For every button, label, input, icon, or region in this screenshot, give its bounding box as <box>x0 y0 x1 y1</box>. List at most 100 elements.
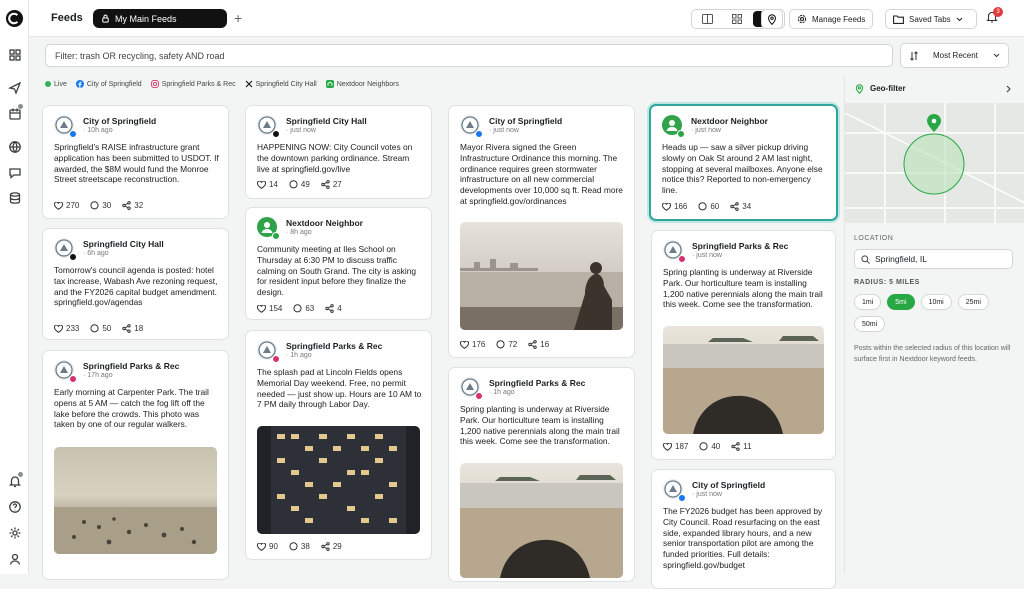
like-button[interactable]: 166 <box>662 202 687 211</box>
like-button[interactable]: 154 <box>257 304 282 313</box>
chevron-right-icon[interactable] <box>1006 85 1011 93</box>
post-card[interactable]: Springfield Parks & Rec · just now Sprin… <box>651 230 836 460</box>
post-photo-beach[interactable] <box>54 447 217 554</box>
share-button[interactable]: 32 <box>122 201 143 210</box>
source-cityhall[interactable]: Springfield City Hall <box>245 80 317 88</box>
post-author[interactable]: Springfield Parks & Rec <box>489 378 585 388</box>
post-author[interactable]: Nextdoor Neighbor <box>286 218 363 228</box>
post-photo-building[interactable] <box>257 426 420 534</box>
post-card[interactable]: Nextdoor Neighbor · 8h ago Community mee… <box>245 207 432 320</box>
source-city[interactable]: City of Springfield <box>75 80 142 88</box>
radius-chip-1mi[interactable]: 1mi <box>854 294 882 310</box>
calendar-icon[interactable] <box>8 107 22 121</box>
post-author[interactable]: City of Springfield <box>83 116 156 126</box>
grid-view-icon[interactable] <box>722 10 752 28</box>
post-card[interactable]: Springfield Parks & Rec · 17h ago Early … <box>42 350 229 580</box>
sort-dropdown[interactable]: Most Recent <box>900 43 1009 68</box>
geo-map[interactable] <box>845 103 1024 223</box>
help-icon[interactable] <box>8 500 22 514</box>
likes-count: 154 <box>269 304 283 313</box>
post-card[interactable]: Springfield City Hall · just now HAPPENI… <box>245 105 432 199</box>
shares-count: 34 <box>742 202 752 211</box>
send-icon[interactable] <box>8 81 22 95</box>
source-parks[interactable]: Springfield Parks & Rec <box>150 80 236 88</box>
settings-gear-icon[interactable] <box>8 526 22 540</box>
database-icon[interactable] <box>8 191 22 205</box>
comment-button[interactable]: 60 <box>698 202 719 211</box>
shares-count: 27 <box>332 180 342 189</box>
share-button[interactable]: 4 <box>325 304 342 313</box>
share-button[interactable]: 27 <box>321 180 342 189</box>
comment-icon <box>293 304 302 313</box>
post-author[interactable]: Springfield City Hall <box>286 116 367 126</box>
post-time: · 8h ago <box>286 229 312 236</box>
share-icon <box>321 542 330 551</box>
post-time: · just now <box>691 127 721 134</box>
post-card[interactable]: Springfield Parks & Rec · 1h ago The spl… <box>245 330 432 560</box>
columns-view-icon[interactable] <box>692 10 722 28</box>
globe-icon[interactable] <box>8 140 22 154</box>
post-card[interactable]: Springfield City Hall · 6h ago Tomorrow'… <box>42 228 229 340</box>
engagement-bar: 233 50 18 <box>54 324 143 333</box>
app-logo-icon[interactable] <box>5 9 24 28</box>
saved-tabs-button[interactable]: Saved Tabs <box>885 9 977 29</box>
like-button[interactable]: 270 <box>54 201 79 210</box>
manage-feeds-button[interactable]: Manage Feeds <box>789 9 874 29</box>
user-profile-icon[interactable] <box>8 552 22 566</box>
source-nextdoor[interactable]: Nextdoor Neighbors <box>325 80 399 88</box>
chat-icon[interactable] <box>8 166 22 180</box>
post-card[interactable]: City of Springfield · just now Mayor Riv… <box>448 105 635 358</box>
post-photo-coast[interactable] <box>460 463 623 578</box>
post-card[interactable]: Springfield Parks & Rec · 1h ago Spring … <box>448 367 635 582</box>
comment-button[interactable]: 38 <box>289 542 310 551</box>
comments-count: 30 <box>102 201 112 210</box>
comment-button[interactable]: 50 <box>90 324 111 333</box>
location-pin-button[interactable] <box>761 9 783 29</box>
like-button[interactable]: 14 <box>257 180 278 189</box>
keyword-filter-input[interactable]: Filter: trash OR recycling, safety AND r… <box>45 44 893 67</box>
comment-button[interactable]: 40 <box>699 442 720 451</box>
post-author[interactable]: City of Springfield <box>692 480 765 490</box>
post-author[interactable]: Nextdoor Neighbor <box>691 116 768 126</box>
like-button[interactable]: 233 <box>54 324 79 333</box>
post-author[interactable]: Springfield Parks & Rec <box>286 341 382 351</box>
post-author[interactable]: Springfield Parks & Rec <box>692 241 788 251</box>
like-button[interactable]: 187 <box>663 442 688 451</box>
post-photo-coast[interactable] <box>663 326 824 434</box>
shares-count: 32 <box>134 201 144 210</box>
add-tab-button[interactable]: + <box>234 10 242 26</box>
radius-chip-50mi[interactable]: 50mi <box>854 316 886 332</box>
comment-button[interactable]: 30 <box>90 201 111 210</box>
share-button[interactable]: 34 <box>730 202 751 211</box>
grid-icon[interactable] <box>8 48 22 62</box>
post-author[interactable]: City of Springfield <box>489 116 562 126</box>
share-button[interactable]: 29 <box>321 542 342 551</box>
source-live[interactable]: Live <box>45 81 67 88</box>
post-card-selected[interactable]: Nextdoor Neighbor · just now Heads up — … <box>649 104 838 221</box>
post-card[interactable]: City of Springfield · 10h ago Springfiel… <box>42 105 229 219</box>
x-twitter-icon <box>245 80 253 88</box>
radius-chip-10mi[interactable]: 10mi <box>920 294 952 310</box>
like-button[interactable]: 90 <box>257 542 278 551</box>
heart-icon <box>460 340 469 349</box>
share-button[interactable]: 11 <box>731 442 752 451</box>
share-button[interactable]: 18 <box>122 324 143 333</box>
post-photo-skyline[interactable] <box>460 222 623 330</box>
comment-button[interactable]: 72 <box>496 340 517 349</box>
post-card[interactable]: City of Springfield · just now The FY202… <box>651 469 836 589</box>
shares-count: 29 <box>332 542 342 551</box>
radius-chip-25mi[interactable]: 25mi <box>957 294 989 310</box>
share-button[interactable]: 16 <box>528 340 549 349</box>
location-input[interactable]: Springfield, IL <box>854 249 1013 269</box>
comment-button[interactable]: 63 <box>293 304 314 313</box>
post-time: · 10h ago <box>83 127 113 134</box>
post-time: · just now <box>489 127 519 134</box>
tab-my-main-feeds[interactable]: My Main Feeds <box>93 9 227 28</box>
geo-filter-header[interactable]: Geo-filter <box>845 75 1024 102</box>
post-author[interactable]: Springfield Parks & Rec <box>83 361 179 371</box>
like-button[interactable]: 176 <box>460 340 485 349</box>
radius-chip-5mi[interactable]: 5mi <box>887 294 915 310</box>
comment-button[interactable]: 49 <box>289 180 310 189</box>
post-author[interactable]: Springfield City Hall <box>83 239 164 249</box>
engagement-bar: 154 63 4 <box>257 304 342 313</box>
